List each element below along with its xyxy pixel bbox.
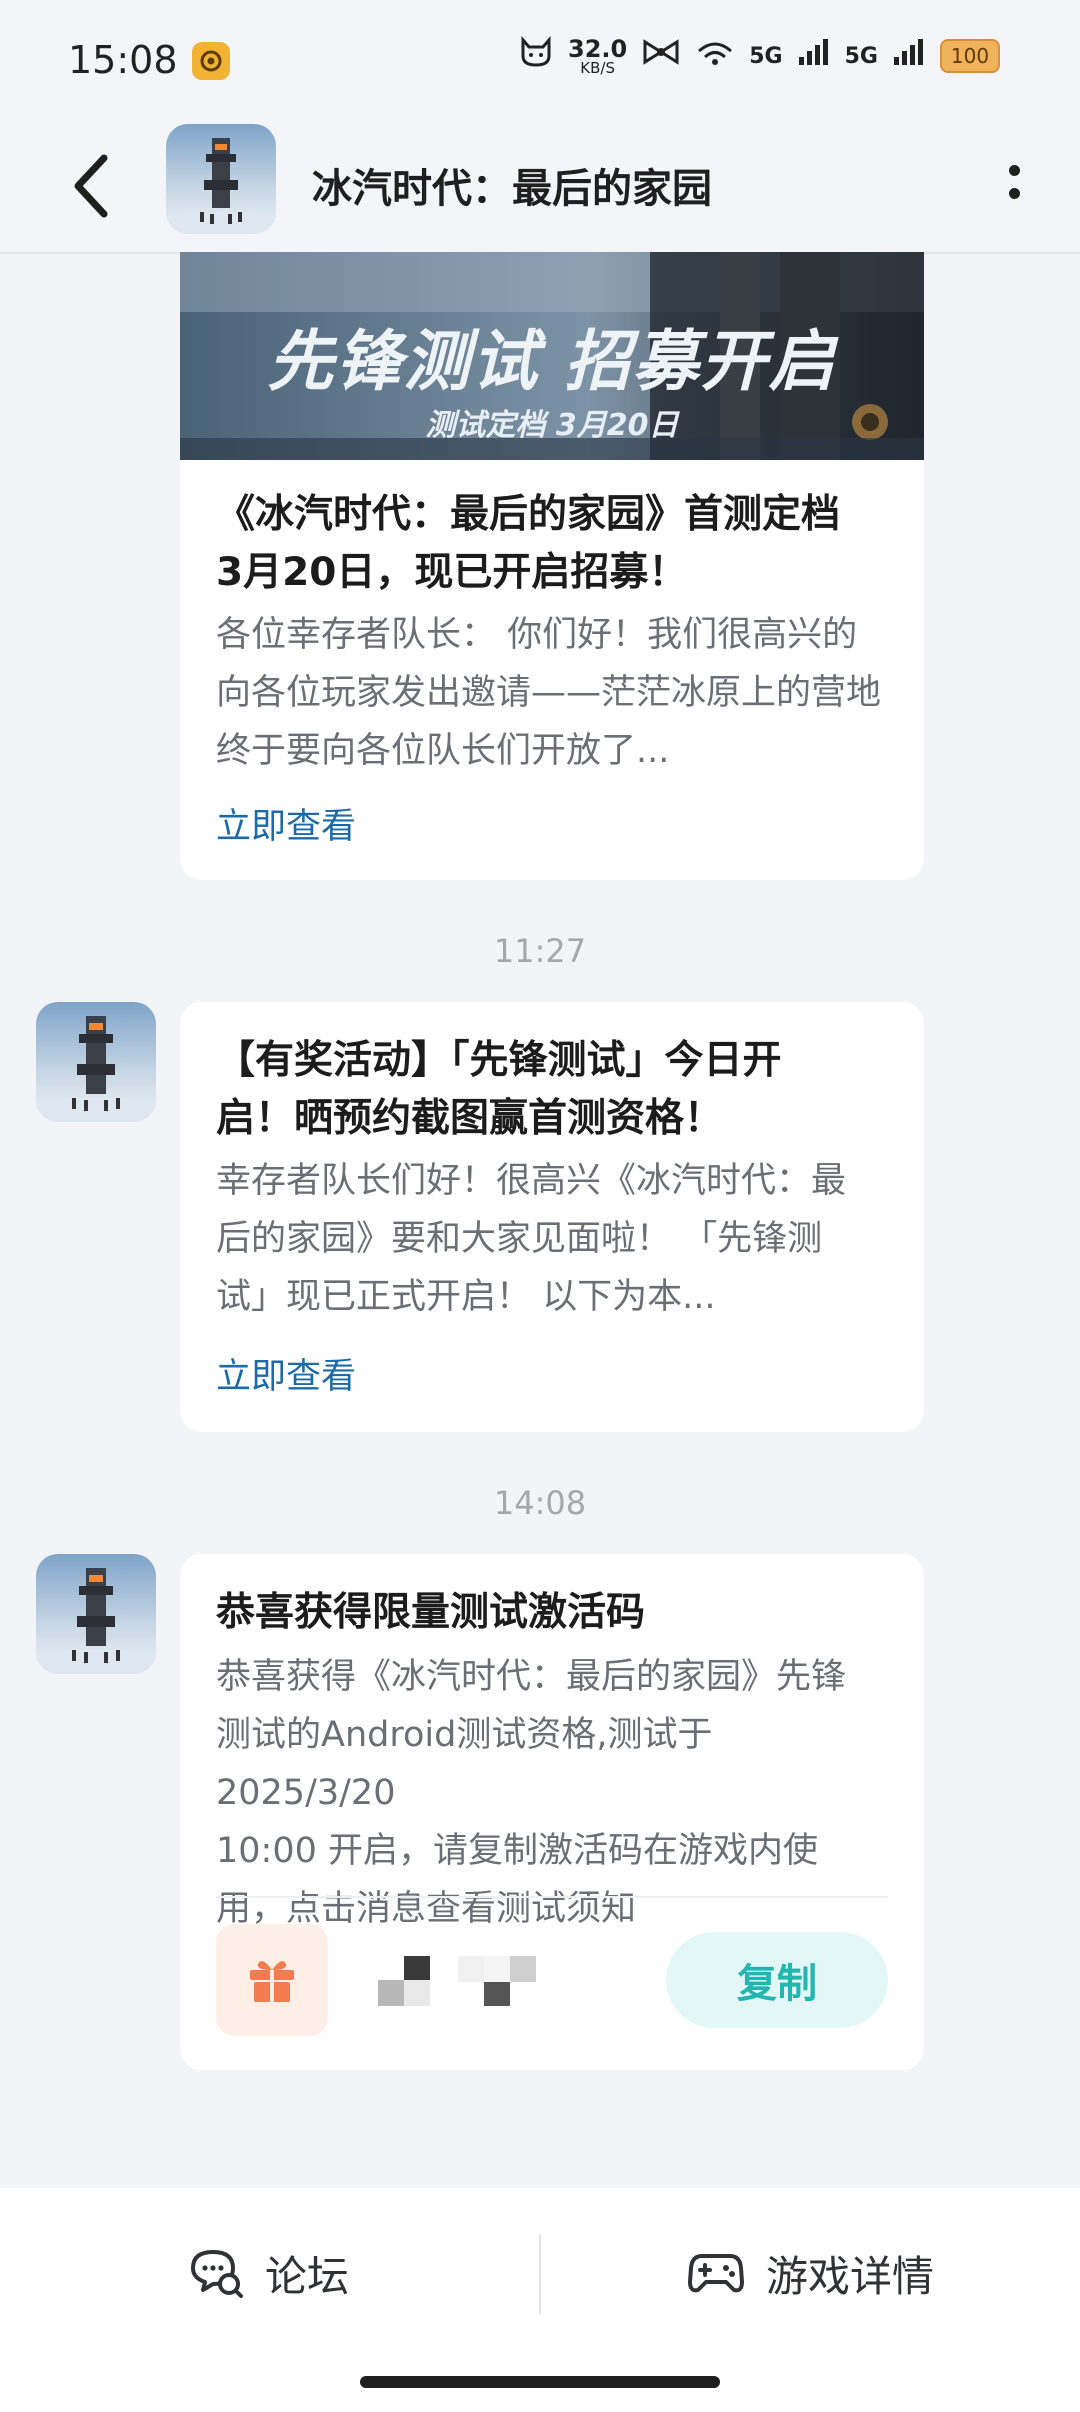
back-button[interactable] bbox=[50, 142, 130, 230]
message-body-line: 终于要向各位队长们开放了... bbox=[216, 731, 670, 771]
page-title: 冰汽时代：最后的家园 bbox=[312, 166, 712, 212]
message-title-line: 3月20日，现已开启招募！ bbox=[216, 550, 688, 595]
message-card[interactable]: 【有奖活动】「先锋测试」今日开 启！晒预约截图赢首测资格！ 幸存者队长们好！很高… bbox=[180, 1002, 924, 1432]
message-banner-image: 先锋测试 招募开启 测试定档 3月20日 bbox=[180, 252, 924, 460]
game-details-tab[interactable]: 游戏详情 bbox=[542, 2188, 1080, 2358]
message-body-line: 试」现已正式开启！ 以下为本... bbox=[216, 1277, 716, 1317]
status-time: 15:08 bbox=[68, 38, 178, 82]
forum-tab[interactable]: 论坛 bbox=[0, 2188, 538, 2358]
notification-app-icon bbox=[192, 42, 230, 80]
message-screen: 15:08 32.0 KB/S 5G 5G 100 冰汽时代：最后的家园 先锋测… bbox=[0, 0, 1080, 2412]
bottom-divider bbox=[539, 2234, 541, 2314]
wifi-icon bbox=[695, 37, 735, 75]
signal-bars-icon-1 bbox=[797, 37, 831, 75]
battery-indicator: 100 bbox=[940, 39, 1000, 73]
message-title-line: 【有奖活动】「先锋测试」今日开 bbox=[216, 1038, 782, 1083]
signal-5g-2: 5G bbox=[844, 43, 878, 69]
status-icons: 32.0 KB/S 5G 5G 100 bbox=[518, 35, 1000, 76]
home-indicator[interactable] bbox=[360, 2376, 720, 2388]
message-body-line: 幸存者队长们好！很高兴《冰汽时代：最 bbox=[216, 1161, 847, 1201]
network-speed-value: 32.0 bbox=[568, 34, 628, 63]
game-details-label: 游戏详情 bbox=[765, 2251, 934, 2301]
message-title: 《冰汽时代：最后的家园》首测定档 3月20日，现已开启招募！ bbox=[216, 486, 896, 602]
gift-icon bbox=[216, 1924, 328, 2036]
signal-5g-1: 5G bbox=[749, 43, 783, 69]
view-now-link[interactable]: 立即查看 bbox=[216, 798, 356, 849]
message-card[interactable]: 恭喜获得限量测试激活码 恭喜获得《冰汽时代：最后的家园》先锋 测试的Androi… bbox=[180, 1554, 924, 2070]
more-dot-icon bbox=[1008, 188, 1020, 199]
cat-icon bbox=[518, 35, 554, 76]
card-divider bbox=[216, 1896, 888, 1898]
message-timestamp: 14:08 bbox=[493, 1484, 587, 1522]
status-bar: 15:08 32.0 KB/S 5G 5G 100 bbox=[0, 0, 1080, 120]
message-body-line: 10:00 开启，请复制激活码在游戏内使 bbox=[216, 1831, 818, 1871]
network-speed: 32.0 KB/S bbox=[568, 37, 627, 76]
more-options-button[interactable] bbox=[994, 152, 1034, 212]
sender-avatar[interactable] bbox=[36, 1554, 156, 1674]
message-title: 恭喜获得限量测试激活码 bbox=[216, 1590, 646, 1635]
bow-icon bbox=[641, 37, 681, 75]
message-body: 幸存者队长们好！很高兴《冰汽时代：最 后的家园》要和大家见面啦！ 「先锋测 试」… bbox=[216, 1152, 896, 1326]
message-body-line: 后的家园》要和大家见面啦！ 「先锋测 bbox=[216, 1219, 823, 1259]
message-body-line: 测试的Android测试资格,测试于 2025/3/20 bbox=[216, 1715, 713, 1813]
message-body-line: 恭喜获得《冰汽时代：最后的家园》先锋 bbox=[216, 1657, 847, 1697]
message-title-line: 《冰汽时代：最后的家园》首测定档 bbox=[216, 492, 841, 537]
network-speed-unit: KB/S bbox=[580, 58, 615, 77]
activation-code-masked bbox=[376, 1948, 556, 2012]
banner-headline: 先锋测试 招募开启 bbox=[267, 323, 837, 400]
message-feed[interactable]: 先锋测试 招募开启 测试定档 3月20日 《冰汽时代：最后的家园》首测定档 3月… bbox=[0, 252, 1080, 2188]
message-body-line: 各位幸存者队长： 你们好！我们很高兴的 bbox=[216, 615, 858, 655]
forum-label: 论坛 bbox=[264, 2251, 349, 2301]
chat-header: 冰汽时代：最后的家园 bbox=[0, 120, 1080, 254]
message-card[interactable]: 先锋测试 招募开启 测试定档 3月20日 《冰汽时代：最后的家园》首测定档 3月… bbox=[180, 252, 924, 880]
view-now-link[interactable]: 立即查看 bbox=[216, 1348, 356, 1399]
message-body: 恭喜获得《冰汽时代：最后的家园》先锋 测试的Android测试资格,测试于 20… bbox=[216, 1648, 896, 1938]
signal-bars-icon-2 bbox=[892, 37, 926, 75]
message-timestamp: 11:27 bbox=[493, 932, 587, 970]
sender-avatar[interactable] bbox=[36, 1002, 156, 1122]
message-body: 各位幸存者队长： 你们好！我们很高兴的 向各位玩家发出邀请——茫茫冰原上的营地 … bbox=[216, 606, 896, 780]
message-body-line: 向各位玩家发出邀请——茫茫冰原上的营地 bbox=[216, 673, 882, 713]
game-logo[interactable] bbox=[166, 124, 276, 234]
message-title: 【有奖活动】「先锋测试」今日开 启！晒预约截图赢首测资格！ bbox=[216, 1032, 896, 1148]
more-dot-icon bbox=[1008, 165, 1020, 176]
gamepad-icon bbox=[687, 2254, 744, 2293]
chevron-left-icon bbox=[74, 154, 108, 218]
message-title-line: 启！晒预约截图赢首测资格！ bbox=[216, 1096, 724, 1141]
copy-button[interactable]: 复制 bbox=[666, 1932, 888, 2028]
forum-icon bbox=[190, 2250, 243, 2298]
banner-subtitle: 测试定档 3月20日 bbox=[425, 408, 679, 443]
